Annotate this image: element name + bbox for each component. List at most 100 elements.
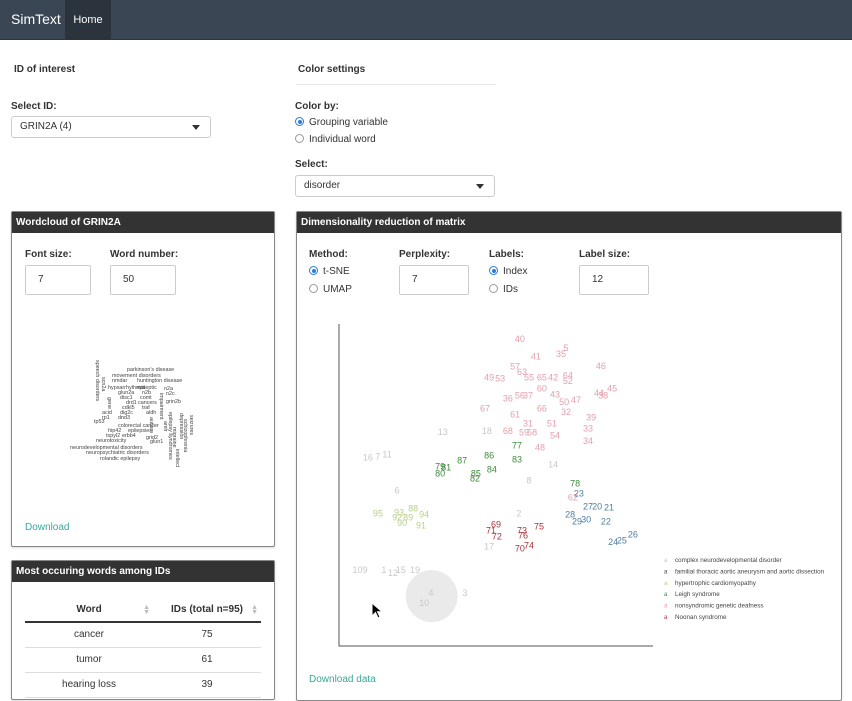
select-id-dropdown[interactable]: GRIN2A (4) xyxy=(11,116,211,138)
color-select-dropdown[interactable]: disorder xyxy=(295,175,495,197)
scatter-point-label[interactable]: 47 xyxy=(571,395,581,405)
scatter-point-label[interactable]: 17 xyxy=(484,541,494,551)
scatter-point-label[interactable]: 35 xyxy=(556,349,566,359)
scatter-point-label[interactable]: 4 xyxy=(428,588,433,598)
scatter-point-label[interactable]: 40 xyxy=(515,334,525,344)
scatter-point-label[interactable]: 32 xyxy=(561,407,571,417)
scatter-point-label[interactable]: 33 xyxy=(583,424,593,434)
scatter-point-label[interactable]: 86 xyxy=(484,451,494,461)
radio-button[interactable] xyxy=(489,284,498,293)
scatter-point-label[interactable]: 66 xyxy=(537,404,547,414)
scatter-point-label[interactable]: 54 xyxy=(550,431,560,441)
scatter-point-label[interactable]: 60 xyxy=(537,384,547,394)
scatter-point-label[interactable]: 23 xyxy=(574,489,584,499)
scatter-point-label[interactable]: 67 xyxy=(480,404,490,414)
radio-umap[interactable]: UMAP xyxy=(309,284,352,296)
scatter-point-label[interactable]: 55 xyxy=(524,373,534,383)
scatter-point-label[interactable]: 25 xyxy=(617,535,627,545)
scatter-point-label[interactable]: 74 xyxy=(524,540,534,550)
scatter-point-label[interactable]: 70 xyxy=(515,543,525,553)
scatter-point-label[interactable]: 80 xyxy=(435,469,445,479)
scatter-point-label[interactable]: 11 xyxy=(382,450,391,460)
scatter-point-label[interactable]: 1 xyxy=(381,565,386,575)
label-size-input[interactable]: 12 xyxy=(579,265,649,295)
scatter-point-label[interactable]: 94 xyxy=(419,510,429,520)
scatter-point-label[interactable]: 75 xyxy=(534,521,544,531)
scatter-point-label[interactable]: 83 xyxy=(512,454,522,464)
wordcloud-download-link[interactable]: Download xyxy=(25,522,69,533)
scatter-point-label[interactable]: 24 xyxy=(608,537,618,547)
scatter-point-label[interactable]: 109 xyxy=(353,565,368,575)
scatter-point-label[interactable]: 52 xyxy=(563,376,573,386)
perplexity-input[interactable]: 7 xyxy=(399,265,469,295)
radio-tsne[interactable]: t-SNE xyxy=(309,266,350,278)
scatter-point-label[interactable]: 2 xyxy=(516,509,521,519)
scatter-point-label[interactable]: 53 xyxy=(495,374,505,384)
scatter-point-label[interactable]: 87 xyxy=(457,455,467,465)
scatter-point-label[interactable]: 15 xyxy=(396,565,406,575)
scatter-point-label[interactable]: 72 xyxy=(492,531,502,541)
radio-button-checked[interactable] xyxy=(295,117,304,126)
scatter-point-label[interactable]: 95 xyxy=(373,509,383,519)
scatter-point-label[interactable]: 76 xyxy=(518,530,528,540)
font-size-input[interactable]: 7 xyxy=(25,265,91,295)
scatter-point-label[interactable]: 50 xyxy=(559,397,569,407)
scatter-point-label[interactable]: 10 xyxy=(419,598,429,608)
download-data-link[interactable]: Download data xyxy=(309,674,376,685)
scatter-point-label[interactable]: 65 xyxy=(537,373,547,383)
scatter-point-label[interactable]: 91 xyxy=(416,520,426,530)
word-number-input[interactable]: 50 xyxy=(110,265,176,295)
scatter-point-label[interactable]: 36 xyxy=(503,394,513,404)
sort-icon[interactable]: ▲ ▼ xyxy=(143,604,150,616)
scatter-point-label[interactable]: 20 xyxy=(592,501,602,511)
scatter-point-label[interactable]: 51 xyxy=(547,419,557,429)
scatter-point-label[interactable]: 61 xyxy=(510,410,520,420)
scatter-point-label[interactable]: 14 xyxy=(548,460,558,470)
scatter-point-label[interactable]: 49 xyxy=(484,373,494,383)
scatter-point-label[interactable]: 8 xyxy=(526,475,531,485)
sort-icon[interactable]: ▲ ▼ xyxy=(251,604,258,616)
radio-button-checked[interactable] xyxy=(309,266,318,275)
radio-index[interactable]: Index xyxy=(489,266,527,278)
scatter-point-label[interactable]: 84 xyxy=(487,464,497,474)
scatter-point-label[interactable]: 78 xyxy=(570,479,580,489)
radio-ids[interactable]: IDs xyxy=(489,284,518,296)
scatter-point-label[interactable]: 16 xyxy=(363,453,373,463)
scatter-point-label[interactable]: 3 xyxy=(462,588,467,598)
radio-button[interactable] xyxy=(295,134,304,143)
scatter-point-label[interactable]: 42 xyxy=(548,373,558,383)
scatter-point-label[interactable]: 7 xyxy=(375,452,380,462)
scatter-point-label[interactable]: 48 xyxy=(535,443,545,453)
scatter-point-label[interactable]: 18 xyxy=(482,426,492,436)
scatter-point-label[interactable]: 41 xyxy=(531,352,541,362)
radio-button[interactable] xyxy=(309,284,318,293)
brand-title[interactable]: SimText xyxy=(11,11,61,27)
radio-grouping-variable[interactable]: Grouping variable xyxy=(295,117,388,129)
scatter-point-label[interactable]: 19 xyxy=(410,565,420,575)
scatter-point-label[interactable]: 38 xyxy=(598,391,608,401)
scatter-point-label[interactable]: 58 xyxy=(527,428,537,438)
radio-button-checked[interactable] xyxy=(489,266,498,275)
scatter-point-label[interactable]: 46 xyxy=(596,361,606,371)
scatter-point-label[interactable]: 82 xyxy=(470,473,480,483)
nav-home-tab[interactable]: Home xyxy=(65,0,111,40)
scatter-point-label[interactable]: 45 xyxy=(607,384,617,394)
scatter-point-label[interactable]: 26 xyxy=(628,529,638,539)
scatter-point-label[interactable]: 77 xyxy=(512,441,522,451)
scatter-point-label[interactable]: 37 xyxy=(523,391,533,401)
radio-individual-word[interactable]: Individual word xyxy=(295,134,376,146)
scatter-point-label[interactable]: 29 xyxy=(572,516,582,526)
scatter-point-label[interactable]: 39 xyxy=(586,413,596,423)
scatter-point-label[interactable]: 68 xyxy=(503,426,513,436)
scatter-point-label[interactable]: 90 xyxy=(397,518,407,528)
select-id-label: Select ID: xyxy=(11,101,57,112)
scatter-point-label[interactable]: 13 xyxy=(438,427,448,437)
column-header-ids[interactable]: IDs (total n=95) ▲ ▼ xyxy=(153,598,261,623)
scatter-point-label[interactable]: 34 xyxy=(583,436,593,446)
scatter-point-label[interactable]: 30 xyxy=(581,514,591,524)
scatter-point-label[interactable]: 6 xyxy=(395,485,400,495)
scatter-point-label[interactable]: 21 xyxy=(604,502,614,512)
scatter-point-label[interactable]: 22 xyxy=(601,516,611,526)
column-header-word[interactable]: Word ▲ ▼ xyxy=(25,598,153,623)
wordcloud-word: gene xyxy=(106,397,112,409)
